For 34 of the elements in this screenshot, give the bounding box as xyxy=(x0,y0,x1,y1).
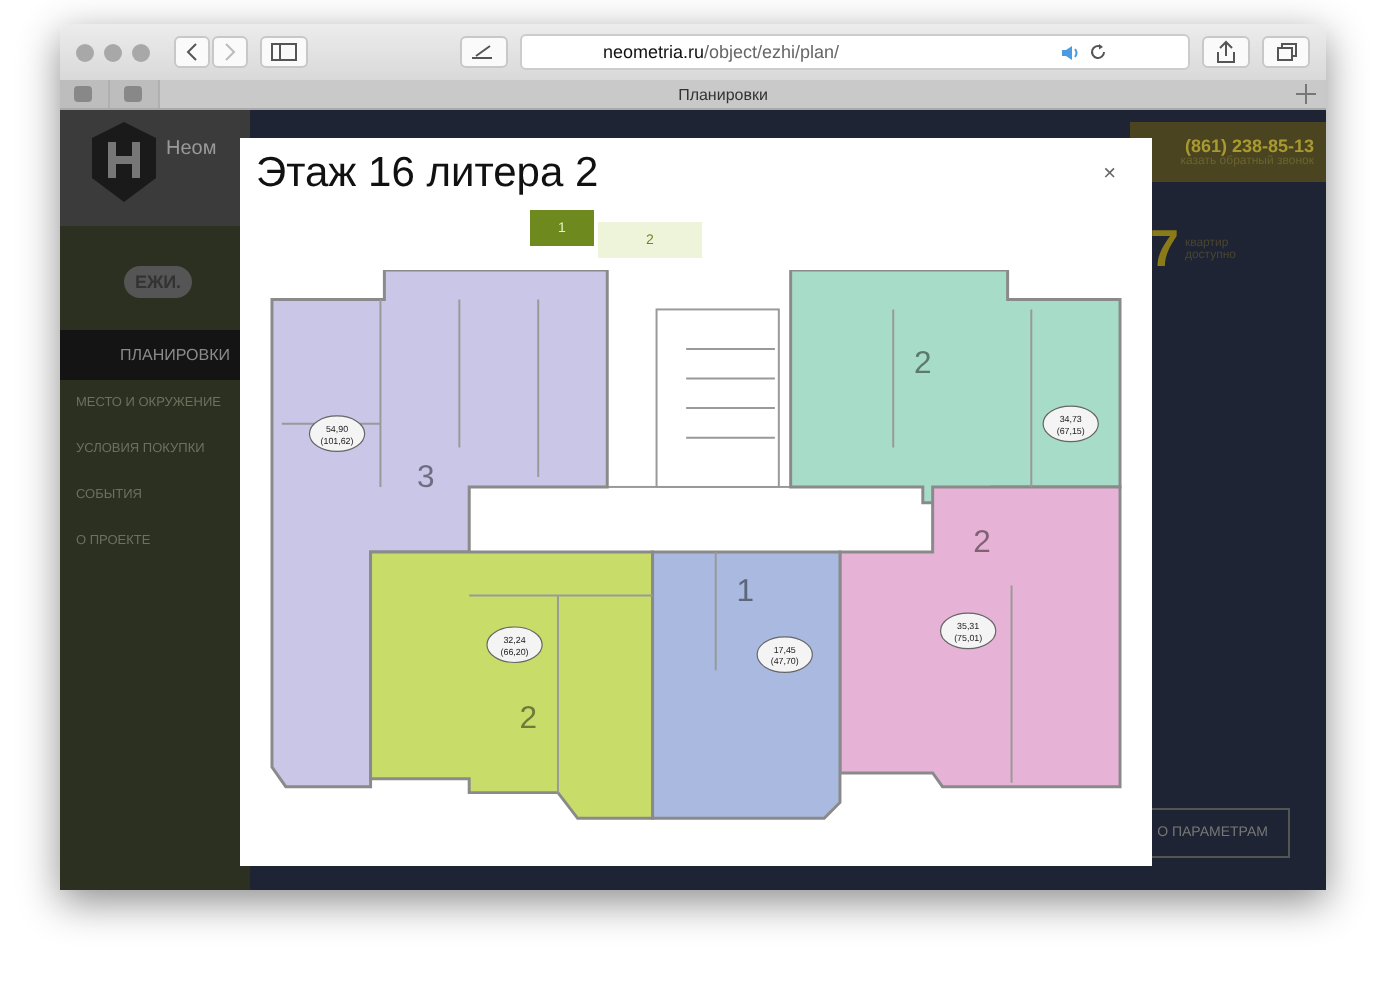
area-bubble xyxy=(1042,405,1099,443)
close-window-icon[interactable] xyxy=(76,43,94,61)
area-bubble xyxy=(939,612,997,650)
hexagon-logo-icon[interactable] xyxy=(88,118,160,206)
area-bubble xyxy=(756,636,813,673)
pen-icon[interactable] xyxy=(460,36,508,68)
room-count: 3 xyxy=(417,460,435,495)
bookmark-icon[interactable] xyxy=(60,80,110,108)
area-bubble xyxy=(486,626,543,664)
apartment-area[interactable] xyxy=(789,270,1122,505)
company-name: Неом xyxy=(166,138,217,160)
room-count: 2 xyxy=(973,526,991,561)
bookmark-icon[interactable] xyxy=(110,80,160,108)
room-count: 2 xyxy=(519,701,538,736)
room-count: 2 xyxy=(914,346,932,381)
speaker-icon[interactable] xyxy=(1059,43,1080,61)
area-bubble xyxy=(308,415,366,453)
address-field[interactable]: neometria.ru/object/ezhi/plan/ xyxy=(520,34,1190,70)
room-count: 1 xyxy=(736,575,755,610)
apartment-area[interactable] xyxy=(651,550,842,820)
reload-icon[interactable] xyxy=(1087,42,1108,62)
tabs-icon[interactable] xyxy=(1262,36,1310,68)
modal-title: Этаж 16 литера 2 xyxy=(256,150,599,198)
share-icon[interactable] xyxy=(1202,36,1250,68)
counter-number: 7 xyxy=(1150,218,1179,280)
phone-number[interactable]: (861) 238-85-13 xyxy=(1184,136,1314,156)
apartment-area[interactable] xyxy=(369,550,655,820)
close-button[interactable]: × xyxy=(1095,162,1124,186)
zoom-window-icon[interactable] xyxy=(132,43,150,61)
back-icon[interactable] xyxy=(174,36,210,68)
sidebar-icon[interactable] xyxy=(260,36,308,68)
apartment-area[interactable] xyxy=(270,270,609,789)
new-tab-icon[interactable] xyxy=(1294,82,1318,106)
minimize-window-icon[interactable] xyxy=(104,43,122,61)
